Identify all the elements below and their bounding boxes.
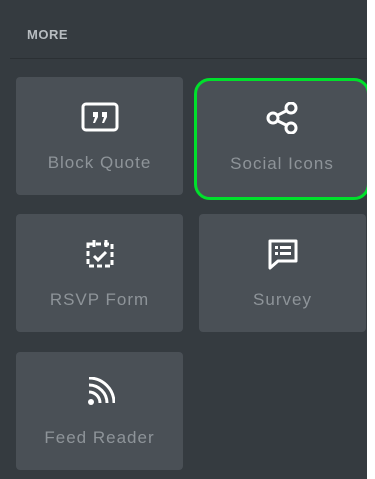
survey-tile[interactable]: Survey (199, 214, 366, 332)
block-quote-label: Block Quote (47, 153, 152, 172)
rsvp-icon (80, 236, 120, 272)
section-divider (10, 58, 367, 59)
share-icon (262, 100, 302, 136)
more-panel: MORE Block Quote Social Icons RSVP Form … (0, 0, 375, 479)
feed-reader-label: Feed Reader (44, 428, 155, 447)
rsvp-form-label: RSVP Form (49, 290, 150, 309)
social-icons-label: Social Icons (230, 154, 334, 173)
quote-icon (80, 99, 120, 135)
rsvp-form-tile[interactable]: RSVP Form (16, 214, 183, 332)
feed-reader-tile[interactable]: Feed Reader (16, 352, 183, 470)
rss-icon (80, 374, 120, 410)
social-icons-tile[interactable]: Social Icons (194, 78, 370, 200)
survey-icon (263, 236, 303, 272)
survey-label: Survey (253, 290, 312, 309)
section-title: MORE (27, 27, 68, 42)
block-quote-tile[interactable]: Block Quote (16, 77, 183, 195)
